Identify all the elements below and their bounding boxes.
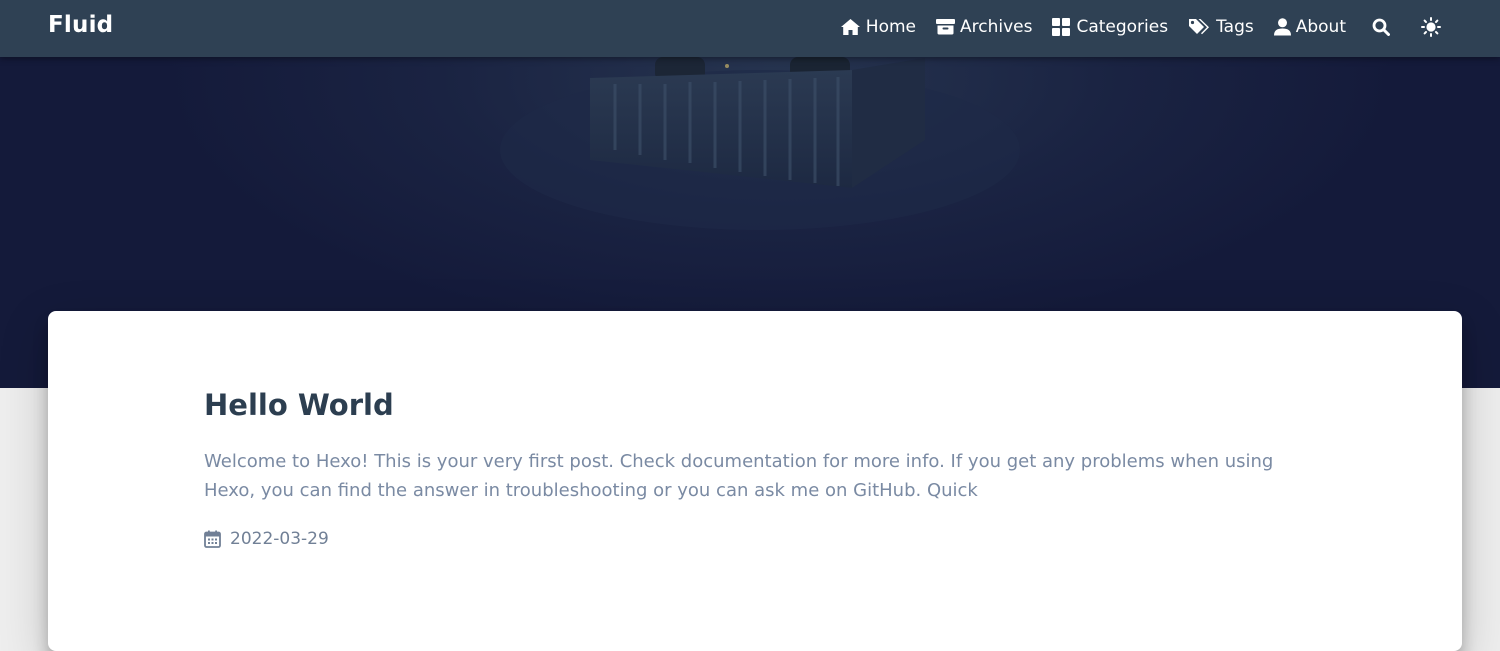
sun-icon <box>1421 16 1441 37</box>
nav-item-label: Home <box>865 16 916 37</box>
post-item: Hello World Welcome to Hexo! This is you… <box>204 383 1274 549</box>
nav-menu: Home Archives Categories Tags About <box>830 0 1456 53</box>
search-icon <box>1372 18 1390 36</box>
post-title[interactable]: Hello World <box>204 383 1274 427</box>
tags-icon <box>1188 18 1211 36</box>
nav-item-label: Archives <box>959 16 1033 37</box>
nav-item-label: About <box>1295 16 1346 37</box>
nav-item-about[interactable]: About <box>1264 7 1356 47</box>
nav-item-archives[interactable]: Archives <box>926 7 1042 47</box>
navbar: Fluid Home Archives Categories Tags Abou… <box>0 0 1500 57</box>
brand-logo[interactable]: Fluid <box>48 0 113 53</box>
nav-item-home[interactable]: Home <box>830 7 926 47</box>
archive-icon <box>935 18 955 35</box>
home-icon <box>840 18 861 36</box>
search-button[interactable] <box>1356 7 1406 47</box>
main-board: Hello World Welcome to Hexo! This is you… <box>48 311 1462 651</box>
theme-toggle-button[interactable] <box>1406 7 1456 47</box>
user-icon <box>1273 17 1291 36</box>
post-meta: 2022-03-29 <box>204 529 1274 549</box>
calendar-icon <box>204 530 221 548</box>
categories-icon <box>1052 17 1071 36</box>
nav-item-label: Tags <box>1216 16 1254 37</box>
nav-item-label: Categories <box>1076 16 1169 37</box>
nav-item-tags[interactable]: Tags <box>1178 7 1264 47</box>
post-excerpt[interactable]: Welcome to Hexo! This is your very first… <box>204 447 1274 505</box>
nav-item-categories[interactable]: Categories <box>1042 7 1178 47</box>
post-date: 2022-03-29 <box>230 529 329 549</box>
